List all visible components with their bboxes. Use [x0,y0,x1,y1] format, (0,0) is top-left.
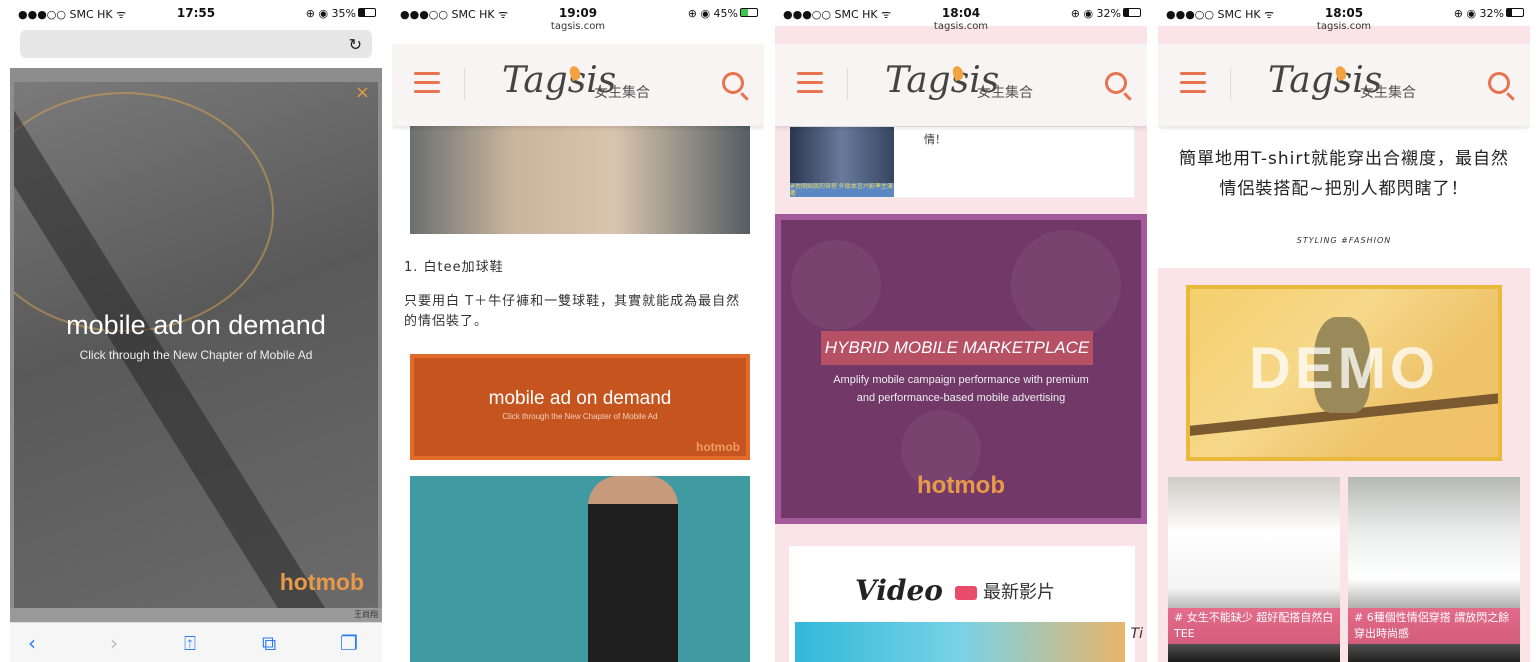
banner-ad[interactable]: mobile ad on demand Click through the Ne… [410,354,750,460]
ad-subline: and performance-based mobile advertising [856,392,1066,404]
menu-icon[interactable] [797,72,823,94]
ad-headline: mobile ad on demand [488,388,672,409]
battery-icon [358,8,376,17]
battery-label: ⊕ ◉ 32% [1453,7,1504,20]
side-text: Ti [1130,626,1143,642]
hotmob-logo: hotmob [917,472,1005,499]
site-header: Tagsis 女生集合 [775,44,1147,126]
reload-icon[interactable]: ↻ [349,35,362,54]
site-header: Tagsis 女生集合 [1158,44,1530,126]
video-section: Video 最新影片 [789,546,1135,662]
video-thumbnail[interactable] [795,622,1125,662]
status-bar: ●●●○○ SMC HK ᯤ 19:09 tagsis.com ⊕ ◉ 45% [392,0,764,32]
site-logo-subtitle: 女生集合 [977,85,1033,101]
domain-label: tagsis.com [550,21,606,32]
photo-subject [588,476,678,662]
ad-subline: Click through the New Chapter of Mobile … [79,348,313,362]
battery-icon [740,8,758,17]
share-icon[interactable]: ⍐ [184,631,196,655]
safari-toolbar: ‹ › ⍐ ⧉ ❐ [10,622,382,662]
video-subtitle: 最新影片 [983,582,1055,603]
menu-icon[interactable] [414,72,440,94]
status-bar: ●●●○○ SMC HK ᯤ 18:04 tagsis.com ⊕ ◉ 32% [775,0,1147,32]
demo-ad[interactable]: DEMO [1186,285,1502,461]
close-icon[interactable]: × [355,82,370,103]
ad-decoration [791,240,881,330]
page-strip: 王尚翔 [10,608,382,622]
phone-screen-2: ●●●○○ SMC HK ᯤ 19:09 tagsis.com ⊕ ◉ 45% … [392,0,764,662]
banner-ad[interactable]: HYBRID MOBILE MARKETPLACE Amplify mobile… [775,214,1147,524]
tabs-icon[interactable]: ❐ [340,631,358,655]
fullscreen-ad[interactable]: × mobile ad on demand Click through the … [14,82,378,608]
domain-label: tagsis.com [933,21,989,32]
article-thumbnail: #佐開始我的穿搭 外版本言六影準主演著 [790,127,894,197]
battery-label: ⊕ ◉ 35% [305,7,356,20]
bookmarks-icon[interactable]: ⧉ [262,631,276,655]
article-card-text: 情！ [924,133,946,146]
hotmob-logo: hotmob [696,440,740,454]
battery-label: ⊕ ◉ 45% [687,7,738,20]
status-bar: ●●●○○ SMC HK ᯤ 17:55 ⊕ ◉ 35% [10,0,382,26]
battery-label: ⊕ ◉ 32% [1070,7,1121,20]
ad-subline: Click through the New Chapter of Mobile … [502,412,658,421]
phone-screen-4: ●●●○○ SMC HK ᯤ 18:05 tagsis.com ⊕ ◉ 32% … [1158,0,1530,662]
article-photo [410,126,750,234]
search-icon[interactable] [1105,72,1127,94]
video-title: Video [855,574,943,607]
menu-icon[interactable] [1180,72,1206,94]
phone-screen-1: ●●●○○ SMC HK ᯤ 17:55 ⊕ ◉ 35% ↻ × mobile … [10,0,382,662]
ad-headline: HYBRID MOBILE MARKETPLACE [821,331,1093,365]
search-icon[interactable] [1488,72,1510,94]
demo-label: DEMO [1249,336,1439,401]
article-tile[interactable]: # 6種個性情侶穿搭 謂放閃之餘穿出時尚感 [1348,477,1520,662]
ad-decoration [1011,230,1121,340]
tile-caption: # 女生不能缺少 超好配搭自然白TEE [1168,608,1340,644]
domain-label: tagsis.com [1316,21,1372,32]
battery-icon [1506,8,1524,17]
search-icon[interactable] [722,72,744,94]
article-title[interactable]: 簡單地用T-shirt就能穿出合襯度，最自然情侶裝搭配~把別人都閃瞎了！ [1178,144,1510,204]
divider [1230,68,1231,100]
divider [464,68,465,100]
phone-screen-3: ●●●○○ SMC HK ᯤ 18:04 tagsis.com ⊕ ◉ 32% … [775,0,1147,662]
site-header: Tagsis 女生集合 [392,44,764,126]
battery-icon [1123,8,1141,17]
article-tags[interactable]: STYLING #FASHION [1158,236,1530,245]
article-heading: 1. 白tee加球鞋 [404,260,504,275]
article-photo [410,476,750,662]
camera-icon [955,586,977,600]
article-body: 只要用白 T＋牛仔褲和一雙球鞋，其實就能成為最自然的情侶裝了。 [404,294,741,329]
hotmob-logo: hotmob [279,569,364,595]
thumbnail-caption: #佐開始我的穿搭 外版本言六影準主演著 [790,183,894,197]
forward-icon[interactable]: › [110,631,118,655]
article-card[interactable]: #佐開始我的穿搭 外版本言六影準主演著 情！ [789,126,1135,198]
page-content: × mobile ad on demand Click through the … [10,68,382,622]
ad-headline: mobile ad on demand [66,310,326,340]
site-logo-subtitle: 女生集合 [594,85,650,101]
tile-caption: # 6種個性情侶穿搭 謂放閃之餘穿出時尚感 [1348,608,1520,644]
article-tile[interactable]: # 女生不能缺少 超好配搭自然白TEE [1168,477,1340,662]
back-icon[interactable]: ‹ [28,631,36,655]
status-bar: ●●●○○ SMC HK ᯤ 18:05 tagsis.com ⊕ ◉ 32% [1158,0,1530,32]
ad-subline: Amplify mobile campaign performance with… [833,374,1089,386]
site-logo-subtitle: 女生集合 [1360,85,1416,101]
address-bar[interactable]: ↻ [20,30,372,58]
divider [847,68,848,100]
